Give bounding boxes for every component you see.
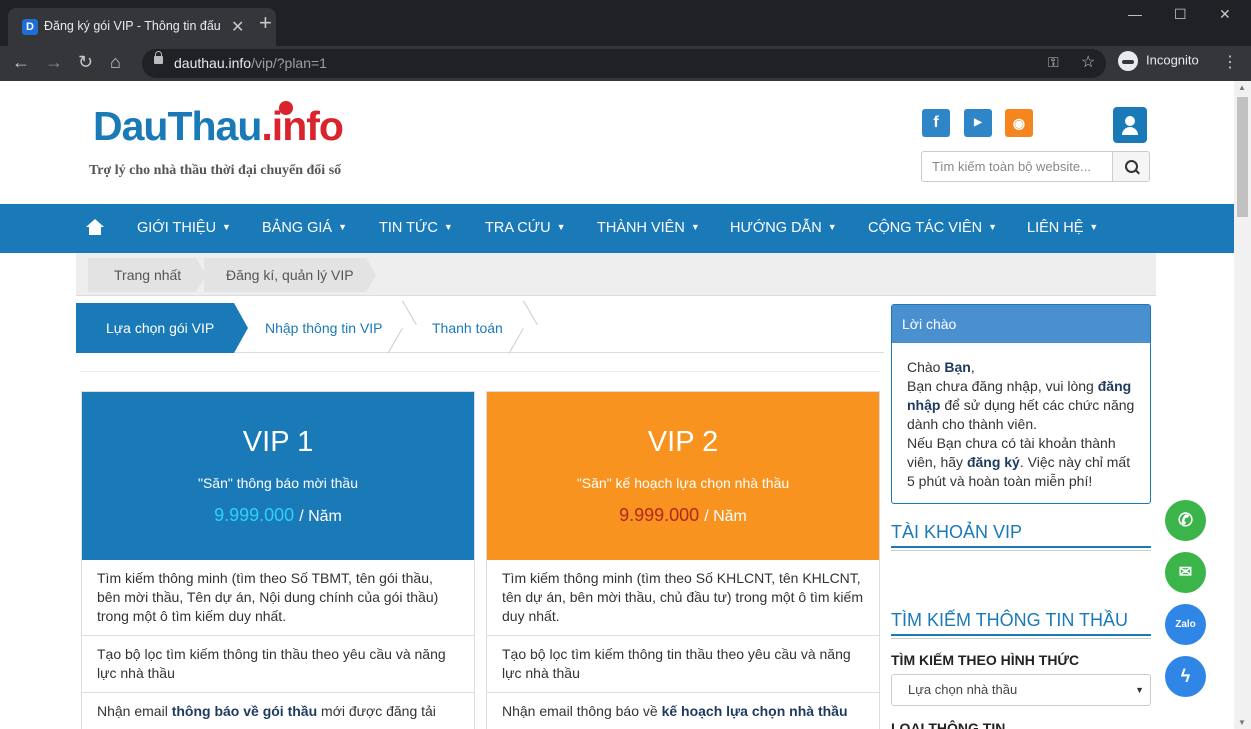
minimize-icon[interactable]: — — [1128, 6, 1142, 22]
home-icon[interactable]: ⌂ — [110, 52, 121, 73]
site-tagline: Trợ lý cho nhà thầu thời đại chuyển đổi … — [89, 163, 342, 178]
scroll-down-icon[interactable]: ▼ — [1238, 718, 1246, 727]
step-enter-info[interactable]: Nhập thông tin VIP — [265, 303, 383, 353]
plan-name: VIP 1 — [242, 426, 314, 458]
plan-name: VIP 2 — [647, 426, 719, 458]
plan-card-vip1[interactable]: VIP 1 "Săn" thông báo mời thầu 9.999.000… — [81, 391, 475, 729]
greeting-body: Chào Bạn, Bạn chưa đăng nhập, vui lòng đ… — [907, 359, 1135, 489]
nav-item-huong-dan[interactable]: HƯỚNG DẪN ▼ — [730, 220, 837, 236]
logo-dot — [279, 101, 293, 115]
sms-icon[interactable]: ✉ — [1165, 552, 1206, 593]
plan-subtitle: "Săn" kế hoạch lựa chọn nhà thầu — [576, 475, 790, 491]
page-scrollbar[interactable]: ▲ ▼ — [1234, 81, 1251, 729]
info-type-label: LOẠI THÔNG TIN — [891, 720, 1006, 729]
register-link[interactable]: đăng ký — [967, 454, 1020, 470]
divider — [80, 371, 880, 372]
nav-home-icon[interactable] — [86, 219, 104, 235]
checkout-steps: Lựa chọn gói VIP Nhập thông tin VIP Than… — [76, 303, 884, 353]
nav-item-tin-tuc[interactable]: TIN TỨC ▼ — [379, 220, 453, 236]
site-search-input[interactable]: Tìm kiếm toàn bộ website... — [921, 151, 1114, 182]
step-divider — [523, 303, 537, 353]
back-icon[interactable]: ← — [12, 52, 30, 73]
maximize-icon[interactable]: ☐ — [1174, 6, 1187, 23]
youtube-icon[interactable]: ▶ — [964, 109, 992, 137]
incognito-indicator[interactable]: Incognito — [1118, 51, 1199, 71]
breadcrumb-item[interactable]: Đăng kí, quản lý VIP — [204, 258, 376, 292]
plan-header: VIP 2 "Săn" kế hoạch lựa chọn nhà thầu 9… — [487, 392, 879, 560]
greeting-panel: Lời chào Chào Bạn, Bạn chưa đăng nhập, v… — [891, 304, 1151, 504]
step-select-plan[interactable]: Lựa chọn gói VIP — [76, 303, 248, 353]
plan-feature: Tìm kiếm thông minh (tìm theo Số TBMT, t… — [82, 560, 474, 636]
favicon-icon: D — [22, 19, 38, 35]
plan-feature: Tạo bộ lọc tìm kiếm thông tin thầu theo … — [82, 636, 474, 693]
nav-item-thanh-vien[interactable]: THÀNH VIÊN ▼ — [597, 220, 700, 236]
incognito-icon — [1118, 51, 1138, 71]
nav-item-gioi-thieu[interactable]: GIỚI THIỆU ▼ — [137, 220, 231, 236]
chevron-down-icon: ▼ — [1135, 685, 1144, 695]
zalo-icon[interactable]: Zalo — [1165, 604, 1206, 645]
site-logo[interactable]: DauThau.info — [93, 101, 344, 151]
plan-feature: Nhận email thông báo về gói thầu mới đượ… — [97, 703, 436, 719]
search-icon[interactable] — [1112, 151, 1150, 182]
new-tab-icon[interactable]: + — [259, 12, 272, 34]
step-divider — [402, 303, 416, 353]
step-payment[interactable]: Thanh toán — [432, 303, 503, 353]
breadcrumb-item[interactable]: Trang nhất — [88, 258, 206, 292]
star-icon[interactable]: ☆ — [1081, 52, 1095, 72]
nav-item-lien-he[interactable]: LIÊN HỆ ▼ — [1027, 220, 1098, 236]
forward-icon[interactable]: → — [45, 52, 63, 73]
tab-close-icon[interactable]: ✕ — [231, 17, 244, 37]
key-icon[interactable]: ⚿ — [1048, 54, 1059, 71]
breadcrumb: Trang nhất Đăng kí, quản lý VIP — [76, 253, 1156, 296]
phone-icon[interactable]: ✆ — [1165, 500, 1206, 541]
url-text: dauthau.info/vip/?plan=1 — [174, 55, 327, 71]
facebook-icon[interactable]: f — [922, 109, 950, 137]
vip-account-heading: TÀI KHOẢN VIP — [891, 522, 1151, 551]
sidebar: Lời chào Chào Bạn, Bạn chưa đăng nhập, v… — [891, 304, 1151, 729]
user-account-button[interactable] — [1113, 107, 1147, 143]
rss-icon[interactable]: ◉ — [1005, 109, 1033, 137]
plan-feature: Tìm kiếm thông minh (tìm theo Số KHLCNT,… — [487, 560, 879, 636]
browser-tabbar: D Đăng ký gói VIP - Thông tin đấu ✕ + — … — [0, 0, 1251, 46]
lock-icon — [154, 51, 163, 64]
web-page: DauThau.info Trợ lý cho nhà thầu thời đạ… — [0, 81, 1234, 729]
window-close-icon[interactable]: ✕ — [1219, 6, 1231, 23]
plan-subtitle: "Săn" thông báo mời thầu — [197, 475, 358, 491]
scroll-up-icon[interactable]: ▲ — [1238, 83, 1246, 92]
scrollbar-thumb[interactable] — [1237, 97, 1248, 217]
nav-item-tra-cuu[interactable]: TRA CỨU ▼ — [485, 220, 565, 236]
messenger-icon[interactable]: ϟ — [1165, 656, 1206, 697]
search-info-heading: TÌM KIẾM THÔNG TIN THẦU — [891, 610, 1151, 639]
plan-feature: Tạo bộ lọc tìm kiếm thông tin thầu theo … — [487, 636, 879, 693]
main-nav: GIỚI THIỆU ▼ BẢNG GIÁ ▼ TIN TỨC ▼ TRA CỨU ▼ … — [0, 204, 1234, 253]
search-type-label: TÌM KIẾM THEO HÌNH THỨC — [891, 652, 1080, 668]
plan-price: 9.999.000 / Năm — [619, 505, 747, 525]
address-bar[interactable]: dauthau.info/vip/?plan=1 ⚿ ☆ — [142, 49, 1106, 78]
tab-title: Đăng ký gói VIP - Thông tin đấu — [44, 19, 221, 33]
greeting-title: Lời chào — [892, 305, 1150, 343]
browser-tab[interactable]: D Đăng ký gói VIP - Thông tin đấu ✕ — [8, 8, 276, 46]
plan-header: VIP 1 "Săn" thông báo mời thầu 9.999.000… — [82, 392, 474, 560]
plan-card-vip2[interactable]: VIP 2 "Săn" kế hoạch lựa chọn nhà thầu 9… — [486, 391, 880, 729]
browser-menu-icon[interactable]: ⋮ — [1222, 52, 1238, 72]
nav-item-cong-tac-vien[interactable]: CỘNG TÁC VIÊN ▼ — [868, 220, 997, 236]
plan-feature: Nhận email thông báo về kế hoạch lựa chọ… — [502, 703, 848, 719]
reload-icon[interactable]: ↻ — [78, 52, 93, 73]
plan-price: 9.999.000 / Năm — [214, 505, 342, 525]
search-type-select[interactable]: Lựa chọn nhà thầu ▼ — [891, 674, 1151, 706]
nav-item-bang-gia[interactable]: BẢNG GIÁ ▼ — [262, 220, 347, 236]
browser-toolbar: ← → ↻ ⌂ dauthau.info/vip/?plan=1 ⚿ ☆ Inc… — [0, 46, 1251, 81]
